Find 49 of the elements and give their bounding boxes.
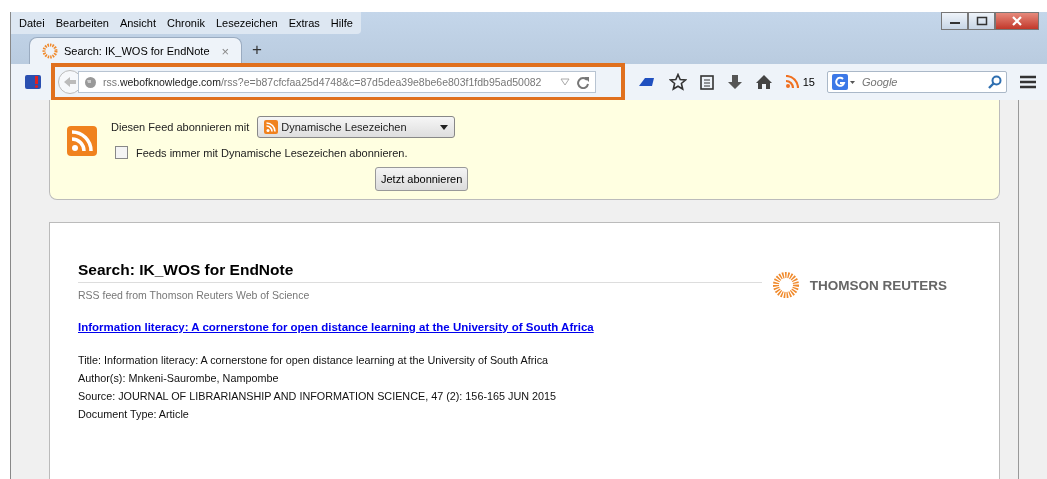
menu-item[interactable]: Ansicht [119,17,156,29]
google-engine-icon[interactable] [832,74,856,90]
menu-item[interactable]: Hilfe [330,17,353,29]
rss-icon[interactable] [784,75,799,89]
address-bar[interactable]: rss.webofknowledge.com/rss?e=b87cfcfaa25d4748&c=87d5dea39e8be6e803f1fdb95ad50082 [78,71,596,93]
checkbox-label: Feeds immer mit Dynamische Lesezeichen abonnieren. [136,146,408,159]
close-icon [1011,16,1023,26]
entry-link[interactable]: Information literacy: A cornerstone for open distance learning at the University of South Africa [78,321,594,333]
star-icon[interactable] [668,73,687,91]
menu-item[interactable]: Lesezeichen [215,17,278,29]
home-icon[interactable] [754,74,773,90]
new-tab-button[interactable]: + [252,40,263,64]
browser-tab[interactable]: Search: IK_WOS for EndNote × [29,37,243,64]
entry-detail: Author(s): Mnkeni-Saurombe, Nampombe [78,371,280,386]
globe-icon [84,75,97,89]
feed-count: 15 [802,76,815,88]
menu-item[interactable]: Bearbeiten [55,17,109,29]
subscribe-label: Diesen Feed abonnieren mit [111,121,250,133]
entry-detail: Title: Information literacy: A cornerstone for open distance learning at the University of South Africa [78,353,550,368]
tab-title: Search: IK_WOS for EndNote [64,45,210,57]
minimize-button[interactable] [941,12,968,30]
sunburst-icon [42,43,58,59]
reader-dropdown[interactable]: Dynamische Lesezeichen [257,116,456,138]
feed-subtitle: RSS feed from Thomson Reuters Web of Science [78,289,311,301]
close-button[interactable] [995,12,1039,30]
url-text: rss.webofknowledge.com/rss?e=b87cfcfaa25d4748&c=87d5dea39e8be6e803f1fdb95ad50082 [103,76,543,88]
sunburst-logo-icon [771,271,800,299]
s-logo-icon[interactable] [23,73,43,91]
feed-title: Search: IK_WOS for EndNote [78,261,762,283]
subscribe-button[interactable]: Jetzt abonnieren [375,167,469,191]
back-arrow-icon [63,76,77,88]
entry-detail: Source: JOURNAL OF LIBRARIANSHIP AND INFORMATION SCIENCE, 47 (2): 156-165 JUN 2015 [78,389,557,404]
download-icon[interactable] [726,74,743,90]
menu-icon[interactable] [1019,74,1037,90]
rss-icon [264,120,279,134]
brand-name: THOMSON REUTERS [809,277,947,293]
checkbox[interactable] [115,146,128,159]
reload-icon[interactable] [576,75,590,89]
menu-item[interactable]: Datei [19,17,45,29]
entry-detail: Document Type: Article [78,407,190,422]
menu-item[interactable]: Chronik [167,17,205,29]
search-icon[interactable] [988,75,1002,89]
rss-icon [67,126,97,156]
maximize-icon [975,16,988,26]
caret-icon [440,124,449,130]
maximize-button[interactable] [968,12,995,30]
clipboard-icon[interactable] [698,74,715,90]
menu-item[interactable]: Extras [288,17,320,29]
search-field[interactable]: Google [827,71,1007,93]
